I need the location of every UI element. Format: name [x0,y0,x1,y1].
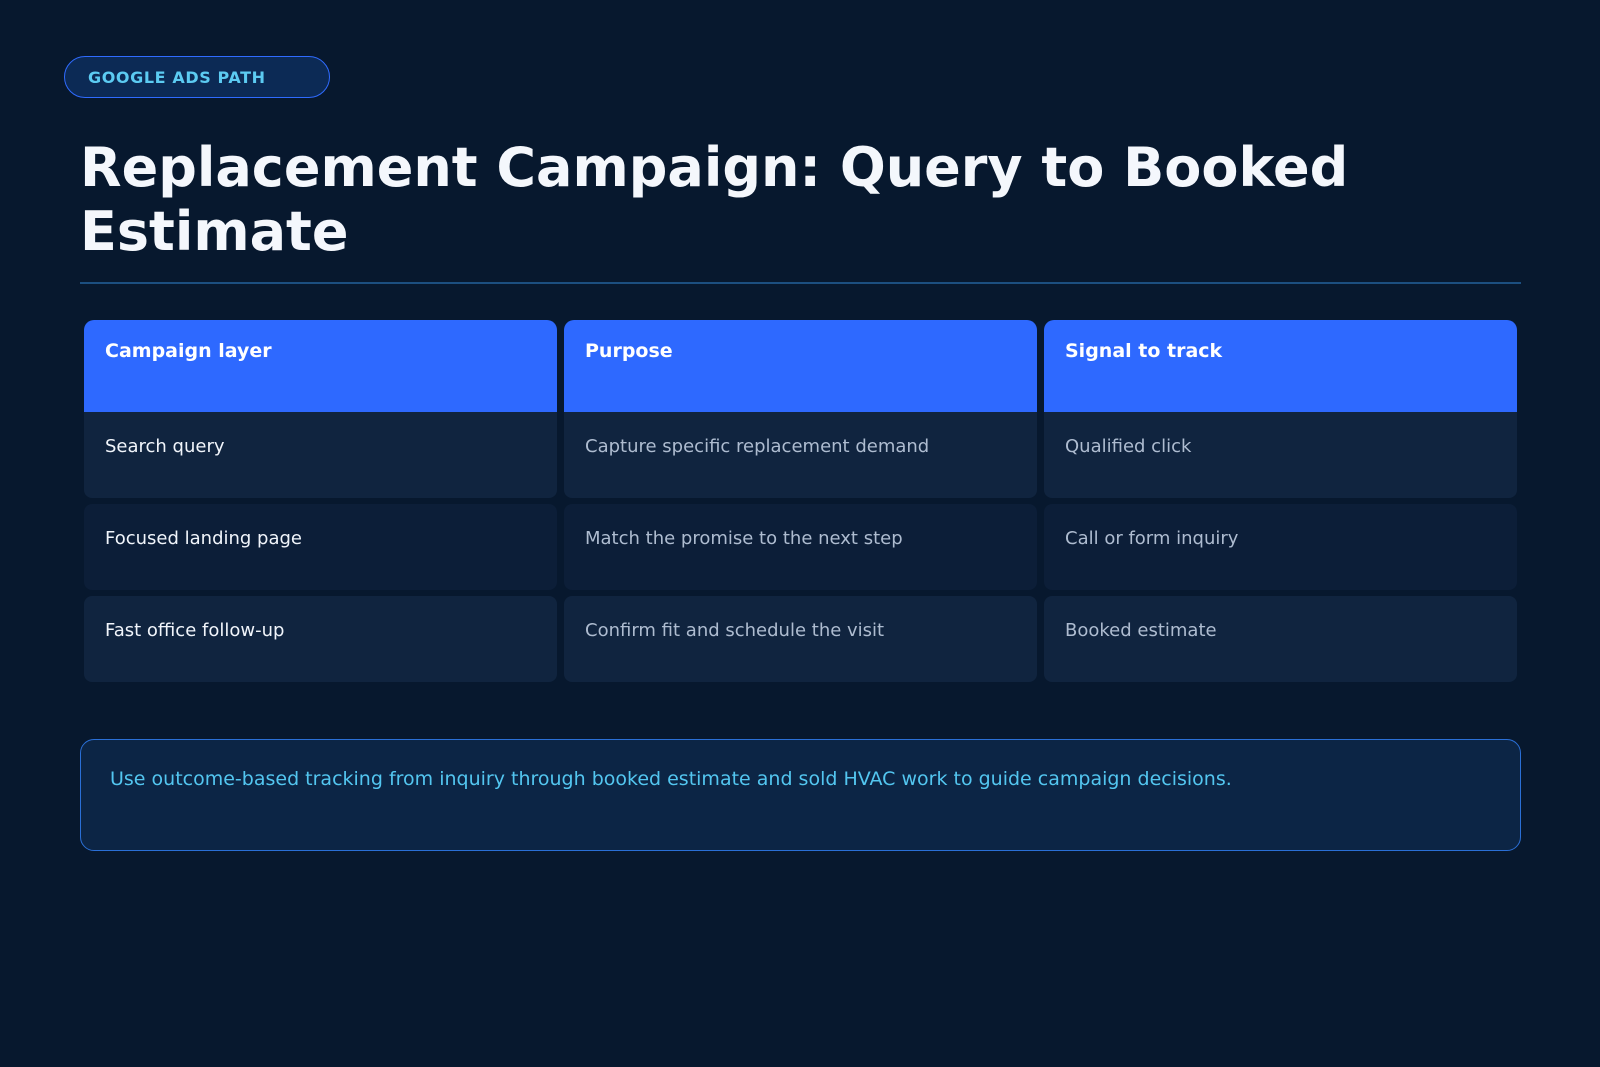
table-cell-purpose: Match the promise to the next step [564,504,1037,590]
tracking-note-text: Use outcome-based tracking from inquiry … [110,768,1232,790]
section-badge: GOOGLE ADS PATH [64,56,330,98]
table-cell-layer: Focused landing page [84,504,557,590]
campaign-table: Campaign layer Purpose Signal to track S… [84,320,1517,682]
page-title: Replacement Campaign: Query to Booked Es… [80,136,1349,263]
table-cell-signal: Call or form inquiry [1044,504,1517,590]
section-badge-label: GOOGLE ADS PATH [88,67,266,87]
title-divider [80,282,1521,284]
table-header-purpose: Purpose [564,320,1037,412]
table-cell-signal: Booked estimate [1044,596,1517,682]
table-cell-layer: Search query [84,412,557,498]
table-cell-signal: Qualified click [1044,412,1517,498]
table-header-signal: Signal to track [1044,320,1517,412]
table-cell-layer: Fast office follow-up [84,596,557,682]
table-cell-purpose: Capture specific replacement demand [564,412,1037,498]
tracking-note: Use outcome-based tracking from inquiry … [80,739,1521,851]
table-cell-purpose: Confirm fit and schedule the visit [564,596,1037,682]
table-header-campaign-layer: Campaign layer [84,320,557,412]
